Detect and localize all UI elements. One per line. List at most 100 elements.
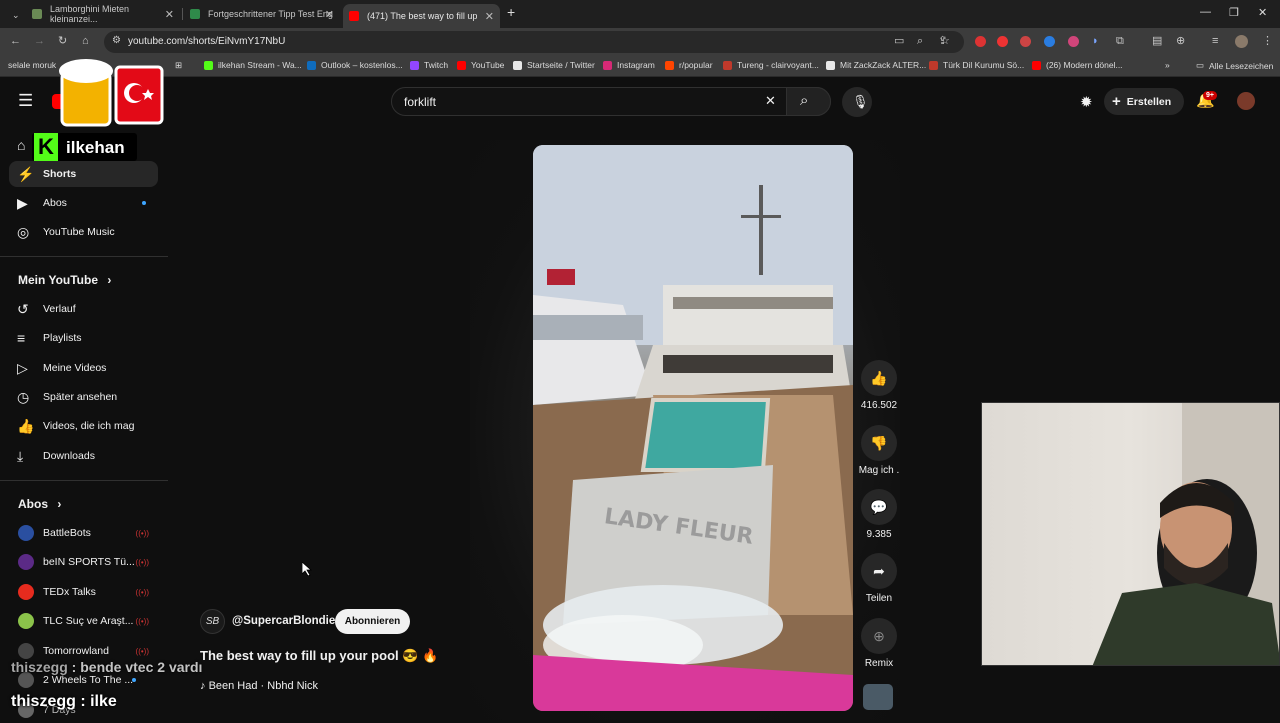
tab-lamborghini[interactable]: Lamborghini Mieten kleinanzei... ✕ — [26, 3, 180, 25]
playlist-icon: ≡ — [17, 330, 26, 346]
sidebar-item-liked-videos[interactable]: 👍 Videos, die ich mag — [9, 413, 158, 439]
search-input[interactable]: forklift ✕ — [391, 87, 831, 116]
bookmark-item[interactable]: Mit ZackZack ALTER... — [826, 60, 926, 70]
sidepanel-icon[interactable]: ▤ — [1152, 35, 1162, 47]
close-icon[interactable]: ✕ — [485, 10, 494, 23]
chat-message: thiszegg : bende vtec 2 vardı — [11, 659, 203, 675]
extensions-puzzle-icon[interactable]: ⧉ — [1116, 35, 1124, 47]
bookmark-item[interactable]: Türk Dil Kurumu Sö... — [929, 60, 1024, 70]
channel-avatar — [18, 584, 34, 600]
video-title[interactable]: The best way to fill up your pool 😎 🔥 — [200, 648, 438, 664]
browser-tab-strip: ⌄ Lamborghini Mieten kleinanzei... ✕ For… — [0, 0, 1280, 28]
sidebar-item-youtube-music[interactable]: ◎ YouTube Music — [9, 219, 158, 245]
bookmark-item[interactable]: r/popular — [665, 60, 713, 70]
music-credit[interactable]: ♪ Been Had · Nbhd Nick — [200, 680, 318, 692]
maximize-icon[interactable]: ❐ — [1229, 6, 1239, 19]
bookmark-item[interactable]: ilkehan Stream - Wa... — [204, 60, 302, 70]
sidebar-item-downloads[interactable]: ⤓ Downloads — [9, 443, 158, 469]
more-bookmarks-icon[interactable]: » — [1165, 60, 1170, 70]
remix-button[interactable]: ⊕ — [861, 618, 897, 654]
bookmark-item[interactable]: (26) Modern dönel... — [1032, 60, 1123, 70]
voice-search-button[interactable]: 🎙 — [842, 87, 872, 117]
my-videos-icon: ▷ — [17, 359, 28, 376]
close-icon[interactable]: ✕ — [165, 8, 174, 21]
apps-icon[interactable]: ⊞ — [175, 60, 182, 71]
plus-icon: + — [1112, 93, 1121, 110]
sidebar-item-playlists[interactable]: ≡ Playlists — [9, 325, 158, 351]
subscribe-button[interactable]: Abonnieren — [335, 609, 410, 634]
sidebar-item-abos[interactable]: ▶ Abos — [9, 190, 158, 216]
live-icon: ((•)) — [135, 528, 149, 538]
live-icon: ((•)) — [135, 587, 149, 597]
create-button[interactable]: + Erstellen — [1104, 88, 1184, 115]
zoom-icon[interactable]: ⌕ — [917, 35, 923, 47]
clear-search-icon[interactable]: ✕ — [765, 93, 776, 109]
dislike-button[interactable]: 👎 — [861, 425, 897, 461]
abos-heading[interactable]: Abos › — [18, 497, 61, 511]
search-icon: ⌕ — [800, 92, 809, 109]
tab-fortgeschrittener[interactable]: Fortgeschrittener Tipp Test Eng ✕ — [184, 3, 340, 25]
browser-toolbar: ← → ↻ ⌂ ⚙ youtube.com/shorts/EiNvmY17NbU… — [0, 28, 1280, 56]
channel-item[interactable]: beIN SPORTS Tü... ((•)) — [9, 549, 158, 575]
studio-gear-icon[interactable]: ✹ — [1080, 93, 1093, 111]
translate-icon[interactable]: ◗ — [1092, 35, 1099, 47]
profile-avatar[interactable] — [1235, 35, 1248, 48]
account-avatar[interactable] — [1237, 92, 1255, 110]
bookmark-item[interactable]: Outlook – kostenlos... — [307, 60, 403, 70]
bookmark-item[interactable]: selale moruk — [8, 60, 56, 70]
channel-item[interactable]: BattleBots ((•)) — [9, 520, 158, 546]
like-button[interactable]: 👍 — [861, 360, 897, 396]
bookmark-item[interactable]: Tureng - clairvoyant... — [723, 60, 819, 70]
kick-username: ilkehan — [66, 138, 125, 157]
back-icon[interactable]: ← — [10, 35, 21, 47]
channel-name[interactable]: @SupercarBlondie — [232, 615, 335, 627]
sidebar-item-meine-videos[interactable]: ▷ Meine Videos — [9, 355, 158, 381]
remix-label: Remix — [864, 658, 894, 669]
extension-icon[interactable] — [1044, 36, 1055, 47]
sidebar-item-spaeter-ansehen[interactable]: ◷ Später ansehen — [9, 384, 158, 410]
minimize-icon[interactable]: — — [1200, 6, 1211, 18]
close-icon[interactable]: ✕ — [325, 8, 334, 21]
address-bar[interactable]: ⚙ youtube.com/shorts/EiNvmY17NbU ▭ ⌕ ⇪ ☆ — [104, 31, 964, 53]
bookmark-item[interactable]: Startseite / Twitter — [513, 60, 595, 70]
media-icon[interactable]: ≡ — [1212, 35, 1218, 47]
new-tab-icon[interactable]: + — [507, 4, 515, 20]
comments-button[interactable]: 💬 — [861, 489, 897, 525]
channel-avatar[interactable]: SB — [200, 609, 225, 634]
menu-icon[interactable]: ⋮ — [1262, 35, 1273, 47]
hamburger-menu-icon[interactable]: ☰ — [18, 91, 33, 111]
beer-flag-sticker — [59, 59, 164, 127]
all-bookmarks[interactable]: ▭ Alle Lesezeichen — [1196, 60, 1273, 71]
sidebar-item-shorts[interactable]: ⚡ Shorts — [9, 161, 158, 187]
extension-icon[interactable] — [1020, 36, 1031, 47]
bookmark-item[interactable]: Instagram — [603, 60, 655, 70]
music-note-icon: ♪ — [200, 680, 206, 692]
extension-icon[interactable] — [1068, 36, 1079, 47]
tab-youtube-active[interactable]: (471) The best way to fill up ✕ — [343, 4, 500, 28]
window-close-icon[interactable]: ✕ — [1258, 6, 1267, 19]
extension-icon[interactable] — [997, 36, 1008, 47]
channel-item[interactable]: TEDx Talks ((•)) — [9, 579, 158, 605]
sound-thumbnail[interactable] — [863, 684, 893, 710]
star-icon[interactable]: ☆ — [940, 35, 950, 47]
youtube-icon — [349, 11, 359, 21]
sidebar-item-verlauf[interactable]: ↺ Verlauf — [9, 296, 158, 322]
remix-icon: ⊕ — [873, 627, 885, 644]
channel-item[interactable]: TLC Suç ve Araşt... ((•)) — [9, 608, 158, 634]
bookmark-item[interactable]: Twitch — [410, 60, 448, 70]
home-icon[interactable]: ⌂ — [17, 137, 25, 153]
search-button[interactable]: ⌕ — [786, 87, 831, 116]
short-video[interactable]: LADY FLEUR — [533, 145, 853, 711]
chevron-right-icon: › — [57, 497, 62, 511]
chevron-right-icon: › — [107, 273, 112, 287]
forward-icon[interactable]: → — [34, 35, 45, 47]
extension-icon[interactable] — [975, 36, 986, 47]
tab-search-button[interactable]: ⌄ — [6, 4, 24, 26]
share-button[interactable]: ➦ — [861, 553, 897, 589]
kick-logo: K — [34, 133, 58, 161]
bookmark-item[interactable]: YouTube — [457, 60, 504, 70]
tab-search-icon[interactable]: ⊕ — [1176, 35, 1185, 47]
cast-icon[interactable]: ▭ — [894, 35, 904, 47]
mein-youtube-heading[interactable]: Mein YouTube › — [18, 273, 111, 287]
us-flag — [547, 269, 575, 285]
